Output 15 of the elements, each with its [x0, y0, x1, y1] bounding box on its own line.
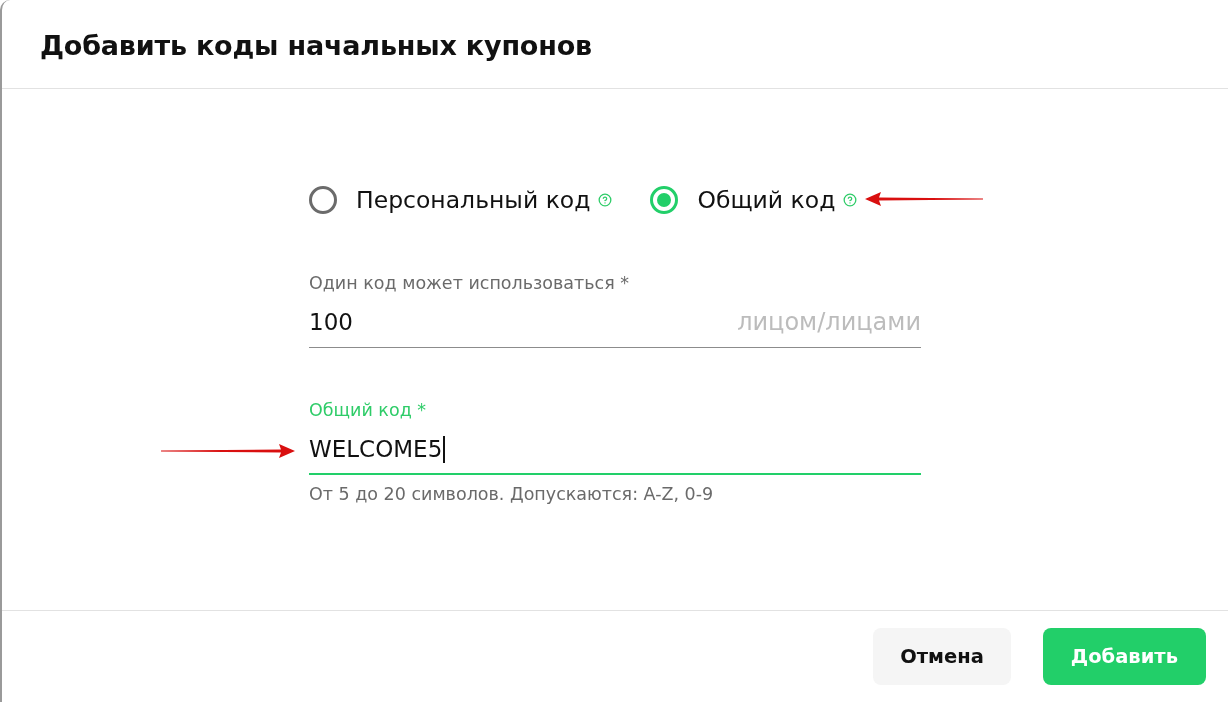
- radio-label[interactable]: Персональный код: [356, 186, 591, 214]
- field-label: Один код может использоваться *: [309, 273, 631, 293]
- text-input-field[interactable]: 100 лицом/лицами: [309, 307, 921, 348]
- cancel-button[interactable]: Отмена: [873, 628, 1011, 685]
- radio-button[interactable]: [309, 186, 337, 214]
- unit-suffix: лицом/лицами: [737, 307, 921, 337]
- radio-label[interactable]: Общий код: [697, 186, 836, 214]
- text-cursor-icon: [443, 435, 446, 463]
- field-label: Общий код *: [309, 400, 428, 420]
- text-input-field[interactable]: WELCOME5: [309, 435, 921, 475]
- help-icon[interactable]: [598, 193, 613, 207]
- field-hint: От 5 до 20 символов. Допускаются: A-Z, 0-9: [309, 484, 715, 504]
- radio-button[interactable]: [650, 186, 679, 214]
- dialog-title: Добавить коды начальных купонов: [40, 28, 592, 61]
- help-icon[interactable]: [843, 193, 858, 207]
